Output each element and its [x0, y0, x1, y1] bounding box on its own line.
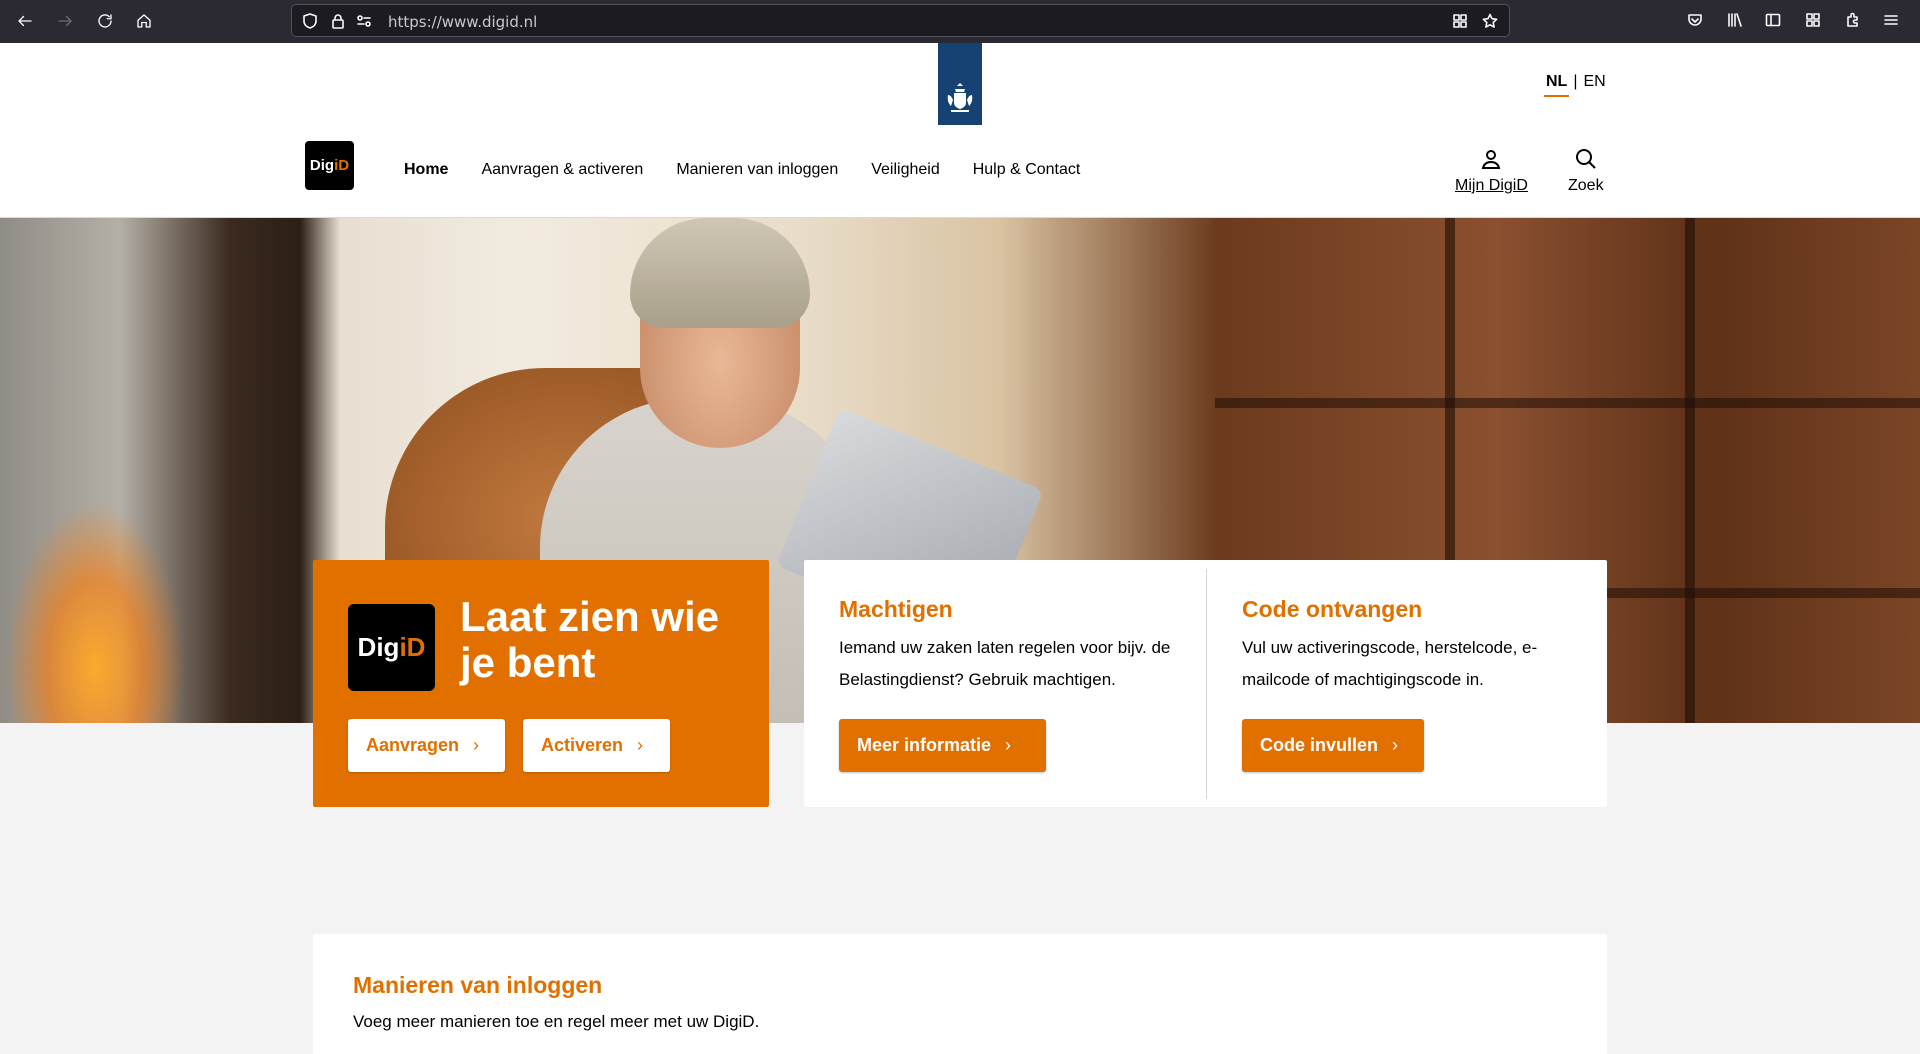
forward-icon[interactable]: [52, 8, 78, 34]
nav-home[interactable]: Home: [404, 161, 448, 179]
nav-hulp-contact[interactable]: Hulp & Contact: [973, 161, 1081, 179]
shield-icon[interactable]: [302, 13, 318, 29]
lang-separator: |: [1573, 73, 1578, 90]
pocket-icon[interactable]: [1687, 12, 1705, 30]
puzzle-icon[interactable]: [1845, 12, 1863, 30]
code-ontvangen-text: Vul uw activeringscode, herstelcode, e-m…: [1242, 638, 1538, 689]
lock-icon[interactable]: [330, 13, 346, 29]
meer-informatie-button[interactable]: Meer informatie ›: [839, 719, 1046, 772]
permissions-icon[interactable]: [356, 13, 372, 29]
nav-aanvragen-activeren[interactable]: Aanvragen & activeren: [481, 161, 643, 179]
sidebar-icon[interactable]: [1765, 12, 1783, 30]
code-ontvangen-block: Code ontvangen Vul uw activeringscode, h…: [1206, 569, 1607, 799]
coat-of-arms-icon: [947, 83, 973, 112]
mijn-digid-link[interactable]: Mijn DigiD: [1455, 147, 1528, 195]
back-icon[interactable]: [12, 8, 38, 34]
activeren-button[interactable]: Activeren ›: [523, 719, 670, 772]
menu-icon[interactable]: [1883, 12, 1901, 30]
digid-logo[interactable]: Dig iD: [305, 141, 354, 190]
search-icon: [1575, 149, 1596, 169]
search-button[interactable]: Zoek: [1568, 147, 1604, 195]
machtigen-title: Machtigen: [839, 596, 953, 622]
mijn-digid-label: Mijn DigiD: [1455, 177, 1528, 194]
url-text[interactable]: https://www.digid.nl: [388, 13, 537, 31]
rijksoverheid-logo[interactable]: [938, 43, 982, 125]
user-icon: [1482, 150, 1501, 169]
home-icon[interactable]: [131, 8, 157, 34]
digid-logo-large: Dig iD: [348, 604, 435, 691]
activeren-label: Activeren: [541, 735, 624, 755]
language-switch: NL | EN: [1546, 73, 1606, 91]
code-ontvangen-title: Code ontvangen: [1242, 596, 1423, 622]
logo-text-white: Dig: [309, 157, 335, 174]
login-methods-title: Manieren van inloggen: [353, 972, 603, 998]
logo-text-orange: iD: [399, 632, 426, 662]
machtigen-block: Machtigen Iemand uw zaken laten regelen …: [804, 560, 1206, 807]
hero-person-hair: [630, 218, 810, 328]
extensions-icon[interactable]: [1805, 12, 1823, 30]
hero-slogan: Laat zien wie je bent: [460, 593, 720, 686]
extensions-grid-icon[interactable]: [1452, 13, 1468, 29]
chevron-right-icon: ›: [637, 735, 644, 755]
library-icon[interactable]: [1727, 12, 1745, 30]
nav-manieren-van-inloggen[interactable]: Manieren van inloggen: [676, 161, 838, 179]
reload-icon[interactable]: [92, 8, 118, 34]
login-methods-text: Voeg meer manieren toe en regel meer met…: [353, 1012, 760, 1031]
nav-veiligheid[interactable]: Veiligheid: [871, 161, 940, 179]
machtigen-text: Iemand uw zaken laten regelen voor bijv.…: [839, 638, 1171, 689]
login-methods-section: Manieren van inloggen Voeg meer manieren…: [313, 934, 1607, 1054]
lang-nl-link[interactable]: NL: [1546, 73, 1567, 90]
main-navigation: Home Aanvragen & activeren Manieren van …: [404, 161, 1113, 179]
bookmark-star-icon[interactable]: [1482, 13, 1498, 29]
lang-en-link[interactable]: EN: [1583, 73, 1605, 90]
code-invullen-button[interactable]: Code invullen ›: [1242, 719, 1424, 772]
code-invullen-label: Code invullen: [1260, 735, 1379, 755]
chevron-right-icon: ›: [1005, 735, 1012, 755]
browser-toolbar: https://www.digid.nl: [0, 0, 1920, 43]
meer-informatie-label: Meer informatie: [857, 735, 992, 755]
logo-text-orange: iD: [334, 157, 350, 174]
aanvragen-button[interactable]: Aanvragen ›: [348, 719, 505, 772]
search-label: Zoek: [1568, 177, 1604, 194]
hero-promo-card: Dig iD Laat zien wie je bent Aanvragen › …: [313, 560, 769, 807]
site-header: NL | EN Dig iD Home Aanvragen & activeren M…: [0, 43, 1920, 218]
logo-text-white: Dig: [357, 632, 400, 662]
chevron-right-icon: ›: [473, 735, 480, 755]
chevron-right-icon: ›: [1392, 735, 1399, 755]
address-bar[interactable]: https://www.digid.nl: [291, 4, 1510, 37]
info-card: Machtigen Iemand uw zaken laten regelen …: [804, 560, 1607, 807]
aanvragen-label: Aanvragen: [366, 735, 460, 755]
